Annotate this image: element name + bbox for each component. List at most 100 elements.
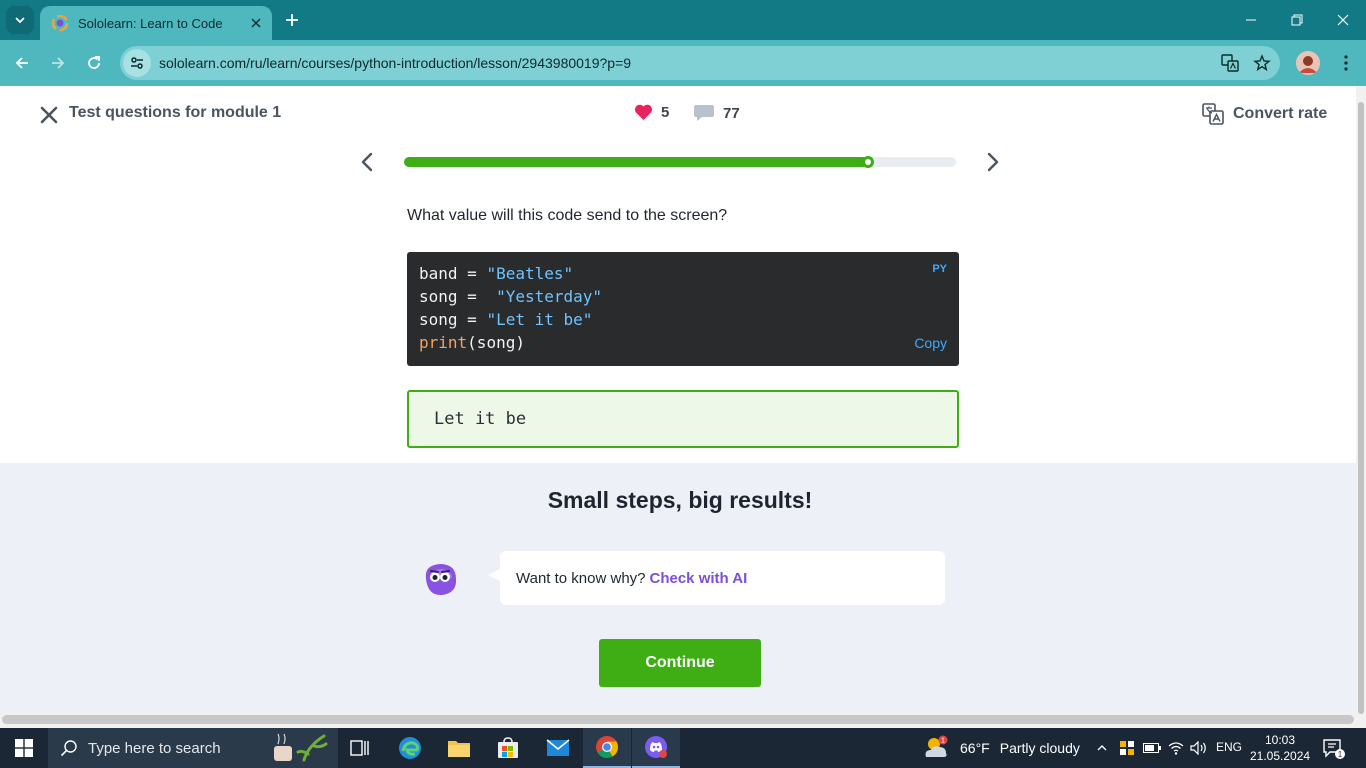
new-tab-button[interactable]	[280, 8, 304, 32]
avatar-icon	[1296, 51, 1320, 75]
tab-close-icon[interactable]	[248, 15, 264, 31]
microsoft-store-app[interactable]	[484, 728, 532, 768]
hearts-count: 5	[661, 104, 670, 121]
minimize-icon	[1246, 19, 1256, 21]
edge-app[interactable]	[386, 728, 434, 768]
task-view-icon	[350, 740, 369, 756]
chevron-down-icon	[15, 17, 25, 24]
mascot-icon	[425, 564, 457, 596]
file-explorer-app[interactable]	[435, 728, 483, 768]
speaker-icon	[1190, 741, 1206, 755]
copy-code-button[interactable]: Copy	[914, 335, 947, 351]
volume-tray-button[interactable]	[1189, 738, 1209, 758]
question-text: What value will this code send to the sc…	[407, 207, 728, 224]
comments-count: 77	[723, 104, 740, 122]
folder-icon	[448, 741, 470, 757]
mail-app[interactable]	[534, 728, 582, 768]
weather-widget[interactable]: 1 66°F Partly cloudy	[922, 728, 1080, 768]
lesson-progress-fill	[404, 157, 868, 167]
bookmark-button[interactable]	[1248, 49, 1276, 77]
translate-button[interactable]	[1216, 49, 1244, 77]
horizontal-scrollbar-thumb[interactable]	[2, 715, 1354, 724]
comments-button[interactable]: 77	[693, 104, 740, 122]
site-info-button[interactable]	[123, 49, 151, 77]
profile-avatar[interactable]	[1296, 51, 1320, 75]
chrome-app[interactable]	[583, 728, 631, 768]
restore-button[interactable]	[1274, 0, 1320, 40]
convert-rate-label: Convert rate	[1233, 105, 1328, 122]
code-token: song =	[419, 287, 497, 306]
answer-text: Let it be	[434, 409, 527, 429]
weather-temperature: 66°F	[960, 740, 990, 756]
security-tray-button[interactable]	[1117, 738, 1137, 758]
previous-arrow-icon[interactable]	[356, 150, 380, 174]
check-with-ai-link[interactable]: Check with AI	[650, 570, 748, 587]
browser-tab-strip: Sololearn: Learn to Code	[0, 0, 1366, 40]
convert-rate-button[interactable]: Convert rate	[1202, 103, 1327, 125]
vertical-scrollbar[interactable]	[1356, 86, 1366, 728]
translate-icon	[1221, 54, 1239, 72]
ai-hint-bubble: Want to know why? Check with AI	[488, 551, 945, 605]
lesson-title: Test questions for module 1	[69, 104, 282, 121]
back-button[interactable]	[8, 49, 36, 77]
address-bar[interactable]: sololearn.com/ru/learn/courses/python-in…	[120, 46, 1280, 80]
notifications-icon[interactable]: 1	[1322, 738, 1346, 760]
continue-button[interactable]: Continue	[599, 639, 761, 687]
minimize-button[interactable]	[1228, 0, 1274, 40]
close-icon	[1337, 14, 1349, 26]
notification-count: 1	[1338, 750, 1343, 759]
feedback-panel: Small steps, big results! Want to know w…	[0, 463, 1356, 728]
comment-icon	[694, 105, 714, 121]
star-icon	[1253, 54, 1271, 72]
battery-tray-button[interactable]	[1142, 738, 1162, 758]
lesson-progress-bar	[404, 156, 956, 168]
close-lesson-icon[interactable]	[38, 104, 60, 126]
shield-icon	[1120, 741, 1134, 755]
code-string: "Yesterday"	[496, 287, 603, 306]
reload-icon	[88, 56, 100, 69]
discord-app[interactable]	[632, 728, 680, 768]
search-icon	[60, 740, 77, 757]
more-vertical-icon	[1344, 55, 1348, 71]
start-button[interactable]	[0, 728, 48, 768]
arrow-left-icon	[15, 57, 28, 69]
hearts-counter[interactable]: 5	[634, 104, 669, 121]
sololearn-favicon-icon	[52, 15, 68, 31]
show-hidden-icons-button[interactable]	[1092, 738, 1112, 758]
input-language[interactable]: ENG	[1216, 740, 1242, 754]
browser-menu-button[interactable]	[1332, 49, 1360, 77]
forward-button[interactable]	[44, 49, 72, 77]
code-line: song = "Yesterday"	[419, 285, 947, 308]
horizontal-scrollbar[interactable]	[0, 711, 1356, 728]
partly-cloudy-icon: 1	[925, 735, 948, 757]
tune-icon	[131, 57, 143, 69]
url-text[interactable]: sololearn.com/ru/learn/courses/python-in…	[159, 55, 1216, 71]
reload-button[interactable]	[80, 49, 108, 77]
network-tray-button[interactable]	[1166, 738, 1186, 758]
tab-title: Sololearn: Learn to Code	[78, 15, 223, 31]
weather-alert-badge: 1	[941, 738, 945, 745]
code-token: band =	[419, 264, 487, 283]
tab-search-button[interactable]	[6, 6, 34, 34]
code-string: "Let it be"	[486, 310, 593, 329]
chevron-up-icon	[1097, 745, 1107, 751]
search-highlight-decoration-icon	[274, 733, 328, 762]
system-clock[interactable]: 10:03 21.05.2024	[1250, 732, 1310, 764]
task-view-button[interactable]	[336, 728, 384, 768]
mail-icon	[546, 739, 570, 756]
close-window-button[interactable]	[1320, 0, 1366, 40]
battery-icon	[1143, 743, 1161, 753]
arrow-right-icon	[52, 57, 65, 69]
next-arrow-icon[interactable]	[980, 150, 1004, 174]
code-block: band = "Beatles" song = "Yesterday" song…	[407, 252, 959, 366]
language-badge: PY	[932, 263, 947, 275]
clock-date: 21.05.2024	[1250, 749, 1311, 763]
search-placeholder: Type here to search	[88, 739, 221, 757]
restore-icon	[1291, 14, 1303, 26]
plus-icon	[286, 14, 298, 26]
vertical-scrollbar-thumb[interactable]	[1358, 102, 1364, 714]
taskbar-search[interactable]: Type here to search	[48, 728, 338, 768]
code-token: song =	[419, 310, 487, 329]
code-line: song = "Let it be"	[419, 308, 947, 331]
browser-tab[interactable]: Sololearn: Learn to Code	[40, 6, 272, 40]
